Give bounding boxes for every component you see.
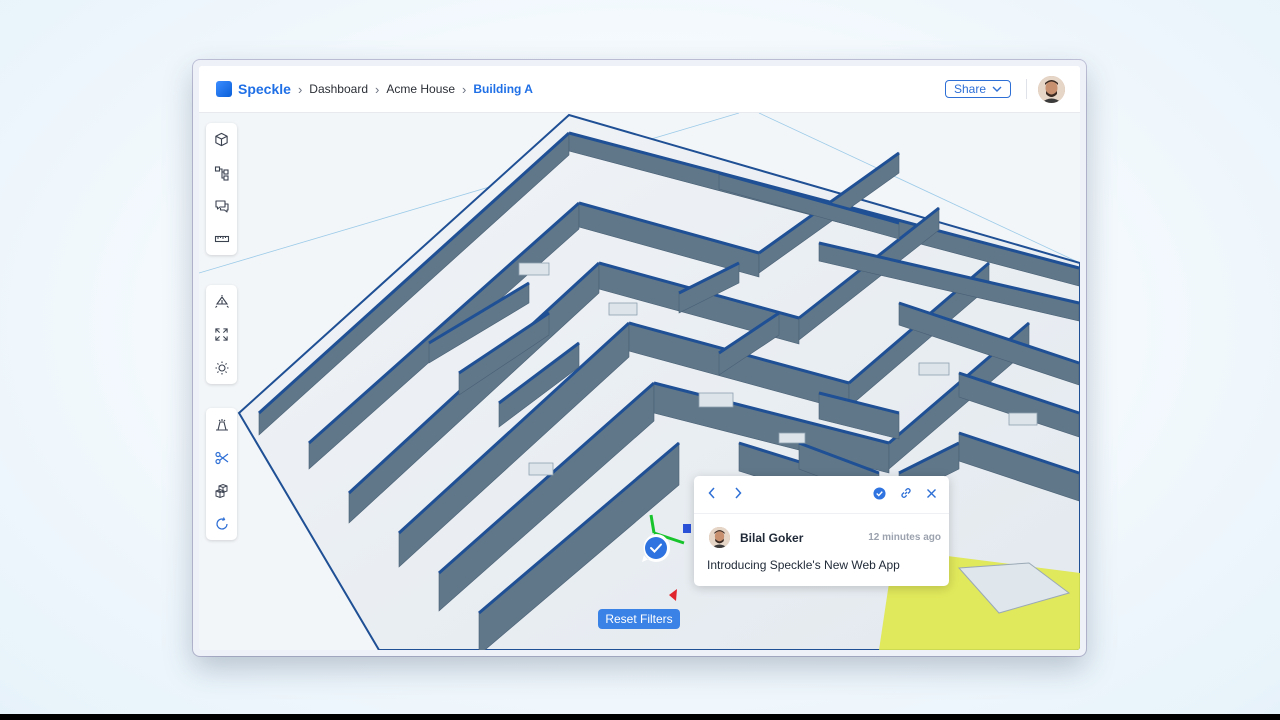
comment-nav — [708, 486, 760, 500]
toolbar-group-3 — [206, 408, 237, 540]
tool-views[interactable] — [206, 408, 237, 441]
comment-text: Introducing Speckle's New Web App — [707, 558, 900, 572]
comment-timestamp: 12 minutes ago — [868, 532, 941, 543]
tool-explode[interactable] — [206, 285, 237, 318]
logo-text: Speckle — [238, 81, 291, 97]
next-comment-button[interactable] — [734, 486, 760, 500]
chevron-left-icon — [708, 487, 715, 499]
chevron-right-icon: › — [297, 81, 303, 97]
tool-reset[interactable] — [206, 507, 237, 540]
check-circle-marker-icon — [642, 533, 671, 562]
toolbar-group-1 — [206, 123, 237, 255]
section-scissors-icon — [214, 451, 228, 464]
link-icon — [901, 488, 911, 498]
author-avatar-image — [709, 527, 730, 548]
app-content: Speckle › Dashboard › Acme House › Build… — [199, 66, 1080, 650]
speckle-logo[interactable]: Speckle — [216, 81, 291, 97]
author-avatar — [709, 527, 730, 548]
camera-views-icon — [215, 418, 228, 431]
tool-measure[interactable] — [206, 222, 237, 255]
tool-models[interactable] — [206, 474, 237, 507]
top-header: Speckle › Dashboard › Acme House › Build… — [199, 66, 1080, 113]
tool-scene-explorer[interactable] — [206, 156, 237, 189]
tool-zoom-extents[interactable] — [206, 318, 237, 351]
sun-icon — [215, 361, 228, 374]
toolbar-group-2 — [206, 285, 237, 384]
resolve-comment-button[interactable] — [873, 486, 886, 500]
popover-divider — [694, 513, 949, 514]
reset-filters-button[interactable]: Reset Filters — [598, 609, 680, 629]
tool-section[interactable] — [206, 441, 237, 474]
tool-discussions[interactable] — [206, 189, 237, 222]
close-icon — [927, 488, 936, 498]
reset-rotate-icon — [215, 516, 228, 530]
measure-icon — [214, 235, 229, 242]
copy-link-button[interactable] — [899, 486, 913, 500]
header-divider — [1026, 79, 1027, 99]
comment-actions — [860, 486, 937, 500]
speckle-logo-icon — [216, 81, 232, 97]
user-avatar-image — [1038, 76, 1065, 103]
explode-icon — [214, 294, 229, 308]
chevron-right-icon: › — [462, 81, 467, 97]
chevron-down-icon — [992, 86, 1002, 92]
breadcrumb-dashboard[interactable]: Dashboard — [309, 82, 368, 96]
comment-marker[interactable] — [641, 533, 671, 568]
prev-comment-button[interactable] — [708, 486, 734, 500]
comment-author: Bilal Goker — [740, 531, 804, 545]
breadcrumb-project[interactable]: Acme House — [386, 82, 455, 96]
app-window: Speckle › Dashboard › Acme House › Build… — [193, 60, 1086, 656]
cube-icon — [215, 132, 228, 147]
close-comment-button[interactable] — [926, 486, 937, 500]
scene-tree-icon — [214, 165, 229, 181]
comment-popover: Bilal Goker 12 minutes ago Introducing S… — [694, 476, 949, 586]
share-button[interactable]: Share — [945, 80, 1011, 98]
chevron-right-icon — [735, 487, 742, 499]
breadcrumb-model[interactable]: Building A — [473, 82, 533, 96]
share-label: Share — [953, 82, 987, 96]
3d-viewport[interactable]: Bilal Goker 12 minutes ago Introducing S… — [199, 113, 1080, 650]
models-icon — [215, 483, 227, 498]
zoom-extents-icon — [215, 328, 228, 341]
bottom-letterbox — [0, 714, 1280, 720]
comments-icon — [214, 199, 229, 213]
user-avatar[interactable] — [1038, 76, 1065, 103]
chevron-right-icon: › — [375, 81, 380, 97]
tool-model[interactable] — [206, 123, 237, 156]
tool-light[interactable] — [206, 351, 237, 384]
check-circle-icon — [873, 486, 886, 500]
